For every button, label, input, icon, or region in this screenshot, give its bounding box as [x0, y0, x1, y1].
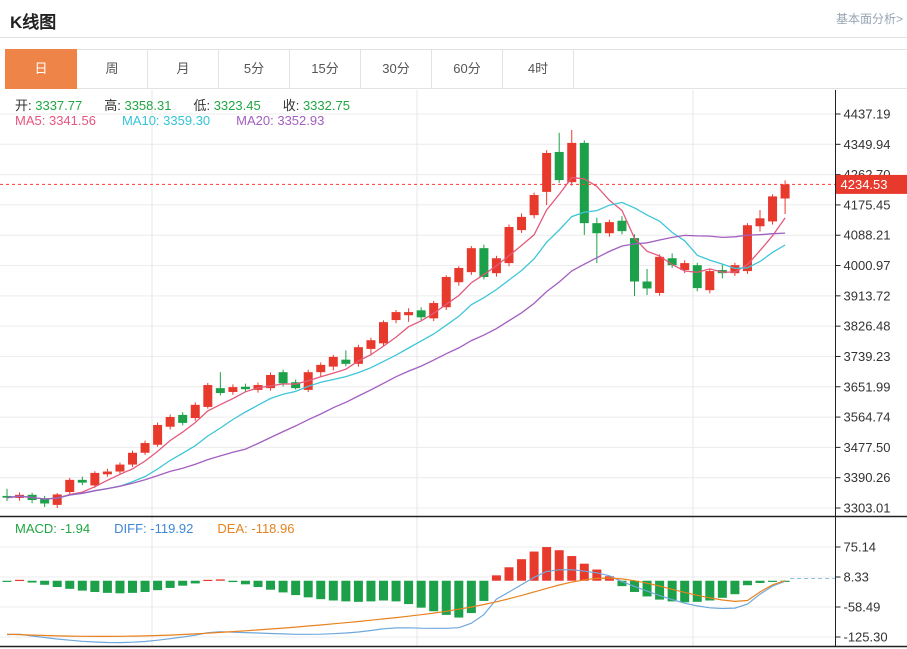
price-axis-label: 4349.94 [844, 137, 891, 152]
legend-item: MACD: -1.94 [15, 521, 90, 536]
legend-item: 低: 3323.45 [193, 95, 260, 114]
legend-item: 收: 3332.75 [283, 95, 350, 114]
current-price-value: 4234.53 [841, 177, 888, 192]
price-axis-label: 3303.01 [844, 501, 891, 516]
macd-axis-label: 8.33 [844, 570, 869, 585]
tab-日[interactable]: 日 [5, 49, 77, 89]
price-axis-label: 4175.45 [844, 197, 891, 212]
ma-legend: MA5: 3341.56 MA10: 3359.30 MA20: 3352.93 [15, 113, 350, 128]
price-axis-label: 3739.23 [844, 349, 891, 364]
price-axis-label: 3651.99 [844, 379, 891, 394]
legend-item: MA20: 3352.93 [236, 113, 324, 128]
price-axis-label: 4437.19 [844, 107, 891, 122]
price-axis-label: 3826.48 [844, 319, 891, 334]
price-axis-label: 4088.21 [844, 228, 891, 243]
price-axis-label: 3913.72 [844, 288, 891, 303]
price-axis-label: 3564.74 [844, 410, 891, 425]
legend-item: DEA: -118.96 [217, 521, 294, 536]
price-axis-label: 3477.50 [844, 440, 891, 455]
macd-legend: MACD: -1.94 DIFF: -119.92 DEA: -118.96 [15, 521, 319, 536]
price-axis-label: 4000.97 [844, 258, 891, 273]
macd-axis-label: -58.49 [844, 600, 881, 615]
legend-item: 开: 3337.77 [15, 95, 82, 114]
legend-item: MA10: 3359.30 [122, 113, 210, 128]
legend-item: DIFF: -119.92 [114, 521, 193, 536]
ohlc-legend: 开: 3337.77 高: 3358.31 低: 3323.45 收: 3332.75 [15, 95, 372, 114]
macd-axis-label: 75.14 [844, 540, 877, 555]
price-axis-label: 3390.26 [844, 470, 891, 485]
macd-axis-label: -125.30 [844, 630, 888, 645]
kline-panel: K线图 基本面分析> 日周月5分15分30分60分4时 开: 3337.77高:… [0, 0, 907, 649]
legend-item: MA5: 3341.56 [15, 113, 96, 128]
legend-item: 高: 3358.31 [104, 95, 171, 114]
